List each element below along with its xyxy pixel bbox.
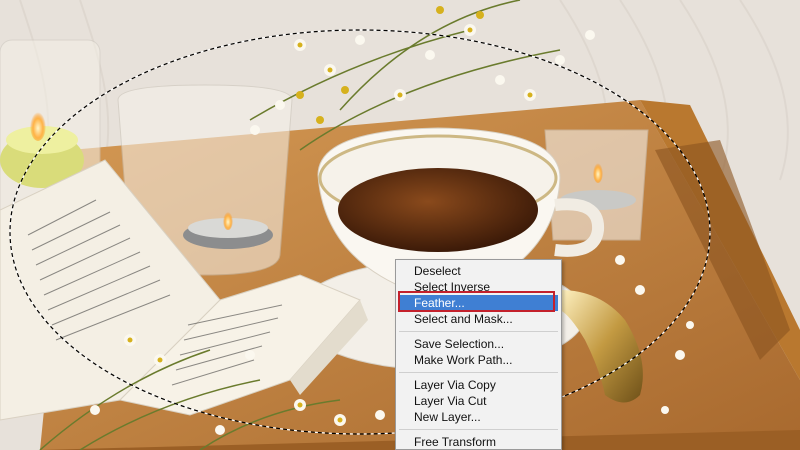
menu-item-layer-via-cut[interactable]: Layer Via Cut: [399, 393, 558, 409]
menu-item-select-and-mask[interactable]: Select and Mask...: [399, 311, 558, 327]
menu-separator: [399, 372, 558, 373]
menu-item-free-transform[interactable]: Free Transform: [399, 434, 558, 450]
menu-item-layer-via-copy[interactable]: Layer Via Copy: [399, 377, 558, 393]
menu-item-deselect[interactable]: Deselect: [399, 263, 558, 279]
menu-item-new-layer[interactable]: New Layer...: [399, 409, 558, 425]
menu-item-select-inverse[interactable]: Select Inverse: [399, 279, 558, 295]
menu-item-save-selection[interactable]: Save Selection...: [399, 336, 558, 352]
context-menu: Deselect Select Inverse Feather... Selec…: [395, 259, 562, 450]
menu-separator: [399, 429, 558, 430]
menu-item-feather[interactable]: Feather...: [399, 295, 558, 311]
menu-item-make-work-path[interactable]: Make Work Path...: [399, 352, 558, 368]
menu-separator: [399, 331, 558, 332]
